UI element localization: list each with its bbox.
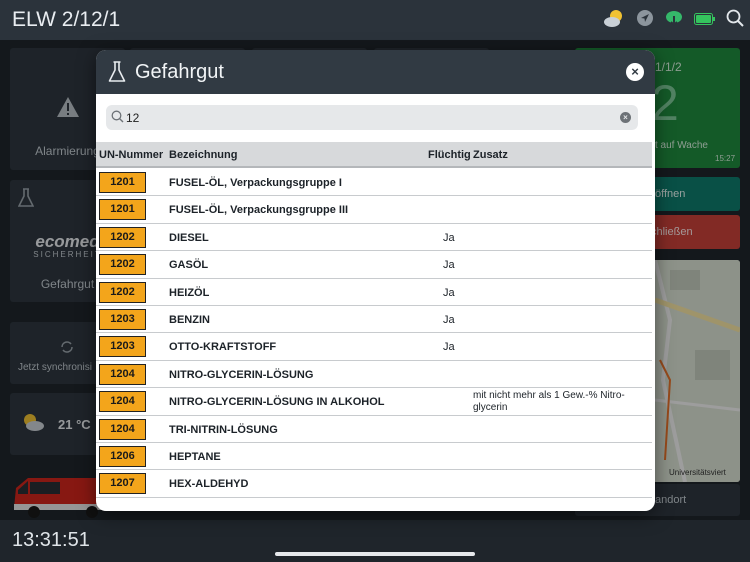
column-fluechtig[interactable]: Flüchtig: [428, 149, 471, 161]
bezeichnung-cell: BENZIN: [169, 313, 210, 326]
clock: 13:31:51: [12, 529, 90, 551]
screen: ELW 2/12/1 Alarmierung ecomed SICHERHEIT…: [0, 0, 750, 562]
un-number-badge: 1201: [99, 199, 146, 221]
table-header: UN-Nummer Bezeichnung Flüchtig Zusatz: [96, 142, 652, 168]
search-icon[interactable]: [726, 9, 744, 32]
column-un-nummer[interactable]: UN-Nummer: [99, 149, 163, 161]
table-row[interactable]: 1204 NITRO-GLYCERIN-LÖSUNG IN ALKOHOL mit …: [96, 388, 652, 416]
table-row[interactable]: 1201 FUSEL-ÖL, Verpackungsgruppe III: [96, 196, 652, 224]
search-bar[interactable]: ×: [106, 105, 638, 130]
zusatz-cell: mit nicht mehr als 1 Gew.-% Nitro-glycer…: [473, 390, 625, 414]
close-icon[interactable]: ×: [626, 63, 644, 81]
fluechtig-cell: Ja: [443, 231, 455, 244]
fluechtig-cell: Ja: [443, 341, 455, 354]
bezeichnung-cell: OTTO-KRAFTSTOFF: [169, 341, 277, 354]
un-number-badge: 1204: [99, 363, 146, 385]
gefahrgut-list: 1201 FUSEL-ÖL, Verpackungsgruppe I 1201 FUS…: [96, 169, 652, 498]
column-bezeichnung[interactable]: Bezeichnung: [169, 149, 237, 161]
un-number-badge: 1202: [99, 226, 146, 248]
table-row[interactable]: 1204 TRI-NITRIN-LÖSUNG: [96, 416, 652, 443]
un-number-badge: 1206: [99, 445, 146, 467]
location-icon[interactable]: [636, 9, 654, 32]
status-icons: [602, 8, 744, 33]
modal-title: Gefahrgut: [135, 61, 224, 83]
table-row[interactable]: 1201 FUSEL-ÖL, Verpackungsgruppe I: [96, 169, 652, 197]
bezeichnung-cell: NITRO-GLYCERIN-LÖSUNG: [169, 368, 314, 381]
battery-icon: [694, 12, 716, 30]
bezeichnung-cell: NITRO-GLYCERIN-LÖSUNG IN ALKOHOL: [169, 396, 385, 409]
un-number-badge: 1202: [99, 281, 146, 303]
search-icon: [111, 110, 124, 123]
table-row[interactable]: 1207 HEX-ALDEHYD: [96, 470, 652, 498]
fluechtig-cell: Ja: [443, 286, 455, 299]
un-number-badge: 1203: [99, 336, 146, 358]
bezeichnung-cell: TRI-NITRIN-LÖSUNG: [169, 423, 278, 436]
table-row[interactable]: 1202 DIESEL Ja: [96, 224, 652, 252]
flask-icon: [108, 61, 126, 82]
table-row[interactable]: 1204 NITRO-GLYCERIN-LÖSUNG: [96, 361, 652, 389]
cloud-sync-icon[interactable]: [664, 9, 684, 32]
un-number-badge: 1207: [99, 473, 146, 495]
un-number-badge: 1204: [99, 391, 146, 413]
fluechtig-cell: Ja: [443, 259, 455, 272]
bezeichnung-cell: GASÖL: [169, 259, 209, 272]
clear-search-icon[interactable]: ×: [620, 112, 631, 123]
gefahrgut-modal: Gefahrgut × × UN-Nummer Bezeichnung Flüc…: [96, 50, 655, 511]
un-number-badge: 1201: [99, 172, 146, 193]
column-zusatz[interactable]: Zusatz: [473, 149, 508, 161]
home-indicator[interactable]: [275, 552, 475, 556]
modal-header: Gefahrgut ×: [96, 50, 655, 94]
un-number-badge: 1202: [99, 254, 146, 276]
fluechtig-cell: Ja: [443, 313, 455, 326]
table-row[interactable]: 1203 OTTO-KRAFTSTOFF Ja: [96, 333, 652, 361]
bezeichnung-cell: DIESEL: [169, 231, 209, 244]
bezeichnung-cell: HEX-ALDEHYD: [169, 478, 249, 491]
un-number-badge: 1203: [99, 308, 146, 330]
weather-icon[interactable]: [602, 8, 626, 33]
search-input[interactable]: [126, 108, 616, 127]
table-row[interactable]: 1206 HEPTANE: [96, 443, 652, 471]
table-row[interactable]: 1203 BENZIN Ja: [96, 306, 652, 334]
bezeichnung-cell: HEPTANE: [169, 450, 221, 463]
bezeichnung-cell: FUSEL-ÖL, Verpackungsgruppe I: [169, 177, 342, 189]
bezeichnung-cell: HEIZÖL: [169, 286, 210, 299]
table-row[interactable]: 1202 GASÖL Ja: [96, 251, 652, 279]
top-bar: ELW 2/12/1: [0, 0, 750, 40]
table-row[interactable]: 1202 HEIZÖL Ja: [96, 279, 652, 306]
app-title: ELW 2/12/1: [12, 8, 121, 31]
un-number-badge: 1204: [99, 418, 146, 440]
bezeichnung-cell: FUSEL-ÖL, Verpackungsgruppe III: [169, 204, 349, 217]
